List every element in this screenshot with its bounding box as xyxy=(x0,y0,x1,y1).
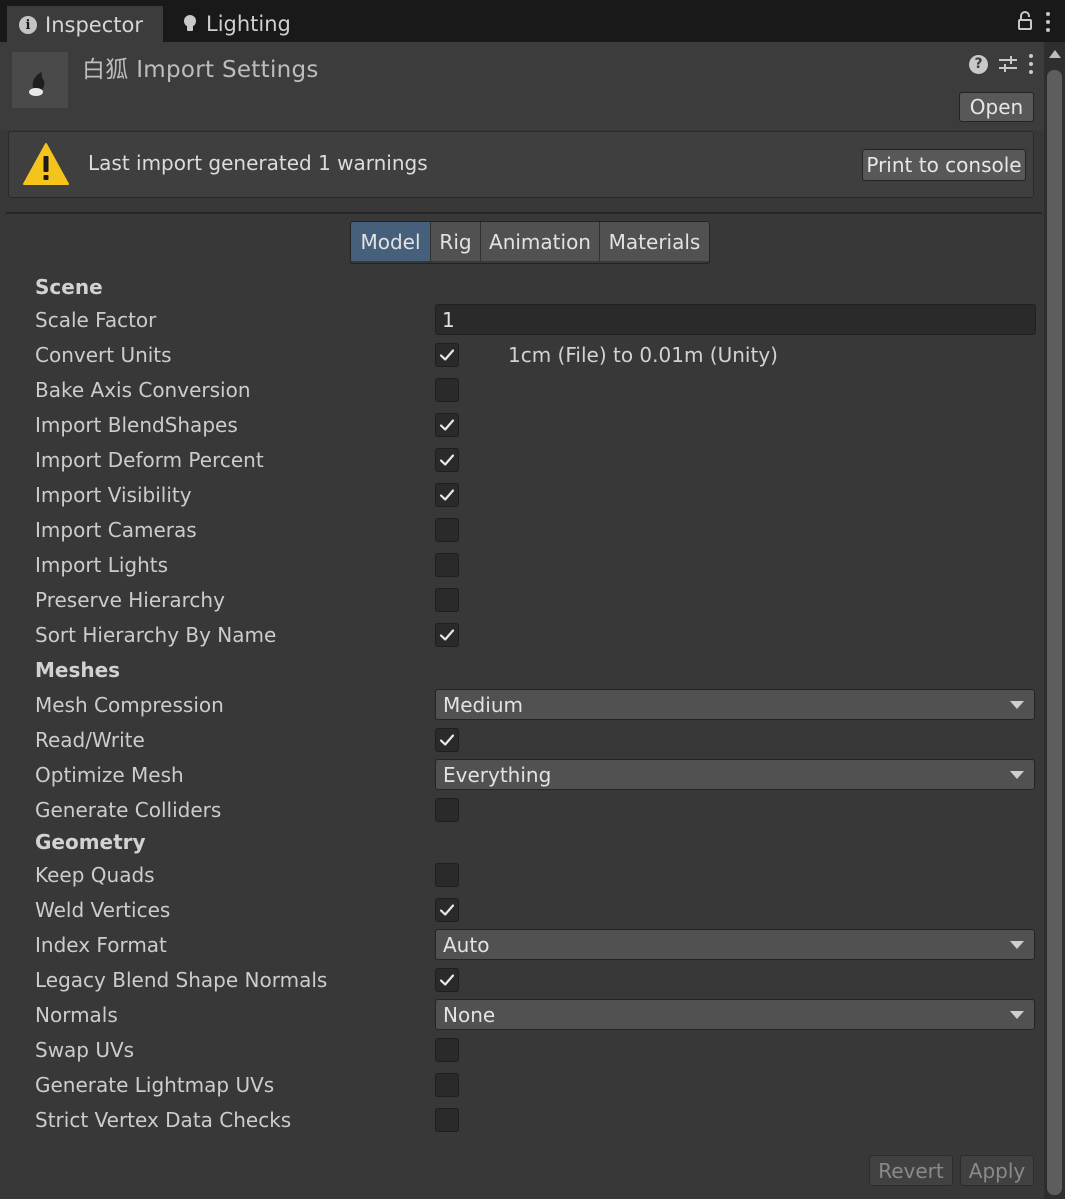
import-blendshapes-label: Import BlendShapes xyxy=(35,413,238,437)
checkmark-icon xyxy=(439,629,455,641)
dropdown-arrow-icon xyxy=(1010,701,1024,709)
legacy-blend-shape-normals-checkbox[interactable] xyxy=(435,968,459,992)
revert-button[interactable]: Revert xyxy=(869,1155,953,1186)
scroll-up-arrow-icon[interactable] xyxy=(1049,50,1061,58)
optimize-mesh-value: Everything xyxy=(443,762,552,787)
tab-model[interactable]: Model xyxy=(351,222,430,261)
dropdown-arrow-icon xyxy=(1010,771,1024,779)
import-cameras-checkbox[interactable] xyxy=(435,518,459,542)
index-format-dropdown[interactable]: Auto xyxy=(435,929,1035,960)
divider xyxy=(6,212,1042,214)
preserve-hierarchy-label: Preserve Hierarchy xyxy=(35,588,225,612)
checkmark-icon xyxy=(439,454,455,466)
scale-factor-input[interactable]: 1 xyxy=(435,304,1036,335)
help-icon[interactable]: ? xyxy=(969,54,988,74)
lightbulb-icon xyxy=(184,15,196,31)
checkmark-icon xyxy=(439,489,455,501)
bake-axis-conversion-label: Bake Axis Conversion xyxy=(35,378,251,402)
checkmark-icon xyxy=(439,419,455,431)
tab-animation[interactable]: Animation xyxy=(480,222,599,261)
vertical-scrollbar[interactable] xyxy=(1044,42,1065,1199)
convert-units-checkbox[interactable] xyxy=(435,343,459,367)
keep-quads-label: Keep Quads xyxy=(35,863,155,887)
tabbar-controls xyxy=(1017,10,1051,34)
import-deform-percent-checkbox[interactable] xyxy=(435,448,459,472)
print-to-console-button[interactable]: Print to console xyxy=(862,149,1026,181)
tab-lighting[interactable]: Lighting xyxy=(170,6,310,42)
info-icon: i xyxy=(19,16,37,34)
tab-lighting-label: Lighting xyxy=(206,12,291,36)
component-menu-icon[interactable] xyxy=(1028,52,1034,76)
convert-units-info: 1cm (File) to 0.01m (Unity) xyxy=(508,343,778,367)
read-write-label: Read/Write xyxy=(35,728,145,752)
checkmark-icon xyxy=(439,349,455,361)
asset-header: 白狐 Import Settings ? Open xyxy=(0,42,1044,130)
tab-inspector-label: Inspector xyxy=(45,13,143,37)
normals-label: Normals xyxy=(35,1003,118,1027)
sort-hierarchy-label: Sort Hierarchy By Name xyxy=(35,623,277,647)
preset-sliders-icon[interactable] xyxy=(998,54,1018,74)
normals-value: None xyxy=(443,1002,496,1027)
section-geometry: Geometry xyxy=(35,830,146,854)
tab-inspector[interactable]: i Inspector xyxy=(7,6,163,42)
generate-lightmap-uvs-checkbox[interactable] xyxy=(435,1073,459,1097)
mesh-compression-value: Medium xyxy=(443,692,523,717)
keep-quads-checkbox[interactable] xyxy=(435,863,459,887)
convert-units-label: Convert Units xyxy=(35,343,172,367)
tab-rig[interactable]: Rig xyxy=(430,222,480,261)
apply-button[interactable]: Apply xyxy=(960,1155,1034,1186)
import-cameras-label: Import Cameras xyxy=(35,518,197,542)
checkmark-icon xyxy=(439,974,455,986)
strict-vertex-data-checks-checkbox[interactable] xyxy=(435,1108,459,1132)
index-format-label: Index Format xyxy=(35,933,167,957)
tab-materials[interactable]: Materials xyxy=(599,222,709,261)
scrollbar-thumb[interactable] xyxy=(1047,70,1062,1195)
window-tab-bar: i Inspector Lighting xyxy=(0,0,1065,42)
checkmark-icon xyxy=(439,904,455,916)
swap-uvs-checkbox[interactable] xyxy=(435,1038,459,1062)
lock-icon[interactable] xyxy=(1017,10,1033,32)
optimize-mesh-dropdown[interactable]: Everything xyxy=(435,759,1035,790)
generate-colliders-label: Generate Colliders xyxy=(35,798,222,822)
strict-vertex-data-checks-label: Strict Vertex Data Checks xyxy=(35,1108,292,1132)
weld-vertices-label: Weld Vertices xyxy=(35,898,171,922)
import-blendshapes-checkbox[interactable] xyxy=(435,413,459,437)
warning-message: Last import generated 1 warnings xyxy=(88,151,428,175)
open-button[interactable]: Open xyxy=(959,92,1034,122)
scale-factor-label: Scale Factor xyxy=(35,308,157,332)
read-write-checkbox[interactable] xyxy=(435,728,459,752)
preserve-hierarchy-checkbox[interactable] xyxy=(435,588,459,612)
import-visibility-label: Import Visibility xyxy=(35,483,192,507)
import-lights-label: Import Lights xyxy=(35,553,169,577)
asset-thumbnail xyxy=(12,52,68,108)
legacy-blend-shape-normals-label: Legacy Blend Shape Normals xyxy=(35,968,328,992)
generate-lightmap-uvs-label: Generate Lightmap UVs xyxy=(35,1073,275,1097)
mesh-compression-dropdown[interactable]: Medium xyxy=(435,689,1035,720)
import-tabs: Model Rig Animation Materials xyxy=(350,221,710,264)
warning-box: Last import generated 1 warnings Print t… xyxy=(8,131,1034,198)
generate-colliders-checkbox[interactable] xyxy=(435,798,459,822)
tab-menu-icon[interactable] xyxy=(1045,10,1051,34)
dropdown-arrow-icon xyxy=(1010,941,1024,949)
header-icons: ? xyxy=(969,52,1034,76)
page-title: 白狐 Import Settings xyxy=(82,57,319,83)
normals-dropdown[interactable]: None xyxy=(435,999,1035,1030)
checkmark-icon xyxy=(439,734,455,746)
warning-icon xyxy=(23,143,69,185)
import-lights-checkbox[interactable] xyxy=(435,553,459,577)
section-meshes: Meshes xyxy=(35,658,121,682)
sort-hierarchy-checkbox[interactable] xyxy=(435,623,459,647)
import-deform-percent-label: Import Deform Percent xyxy=(35,448,264,472)
weld-vertices-checkbox[interactable] xyxy=(435,898,459,922)
swap-uvs-label: Swap UVs xyxy=(35,1038,135,1062)
index-format-value: Auto xyxy=(443,932,490,957)
mesh-compression-label: Mesh Compression xyxy=(35,693,224,717)
import-visibility-checkbox[interactable] xyxy=(435,483,459,507)
optimize-mesh-label: Optimize Mesh xyxy=(35,763,184,787)
dropdown-arrow-icon xyxy=(1010,1011,1024,1019)
section-scene: Scene xyxy=(35,275,103,299)
bake-axis-conversion-checkbox[interactable] xyxy=(435,378,459,402)
